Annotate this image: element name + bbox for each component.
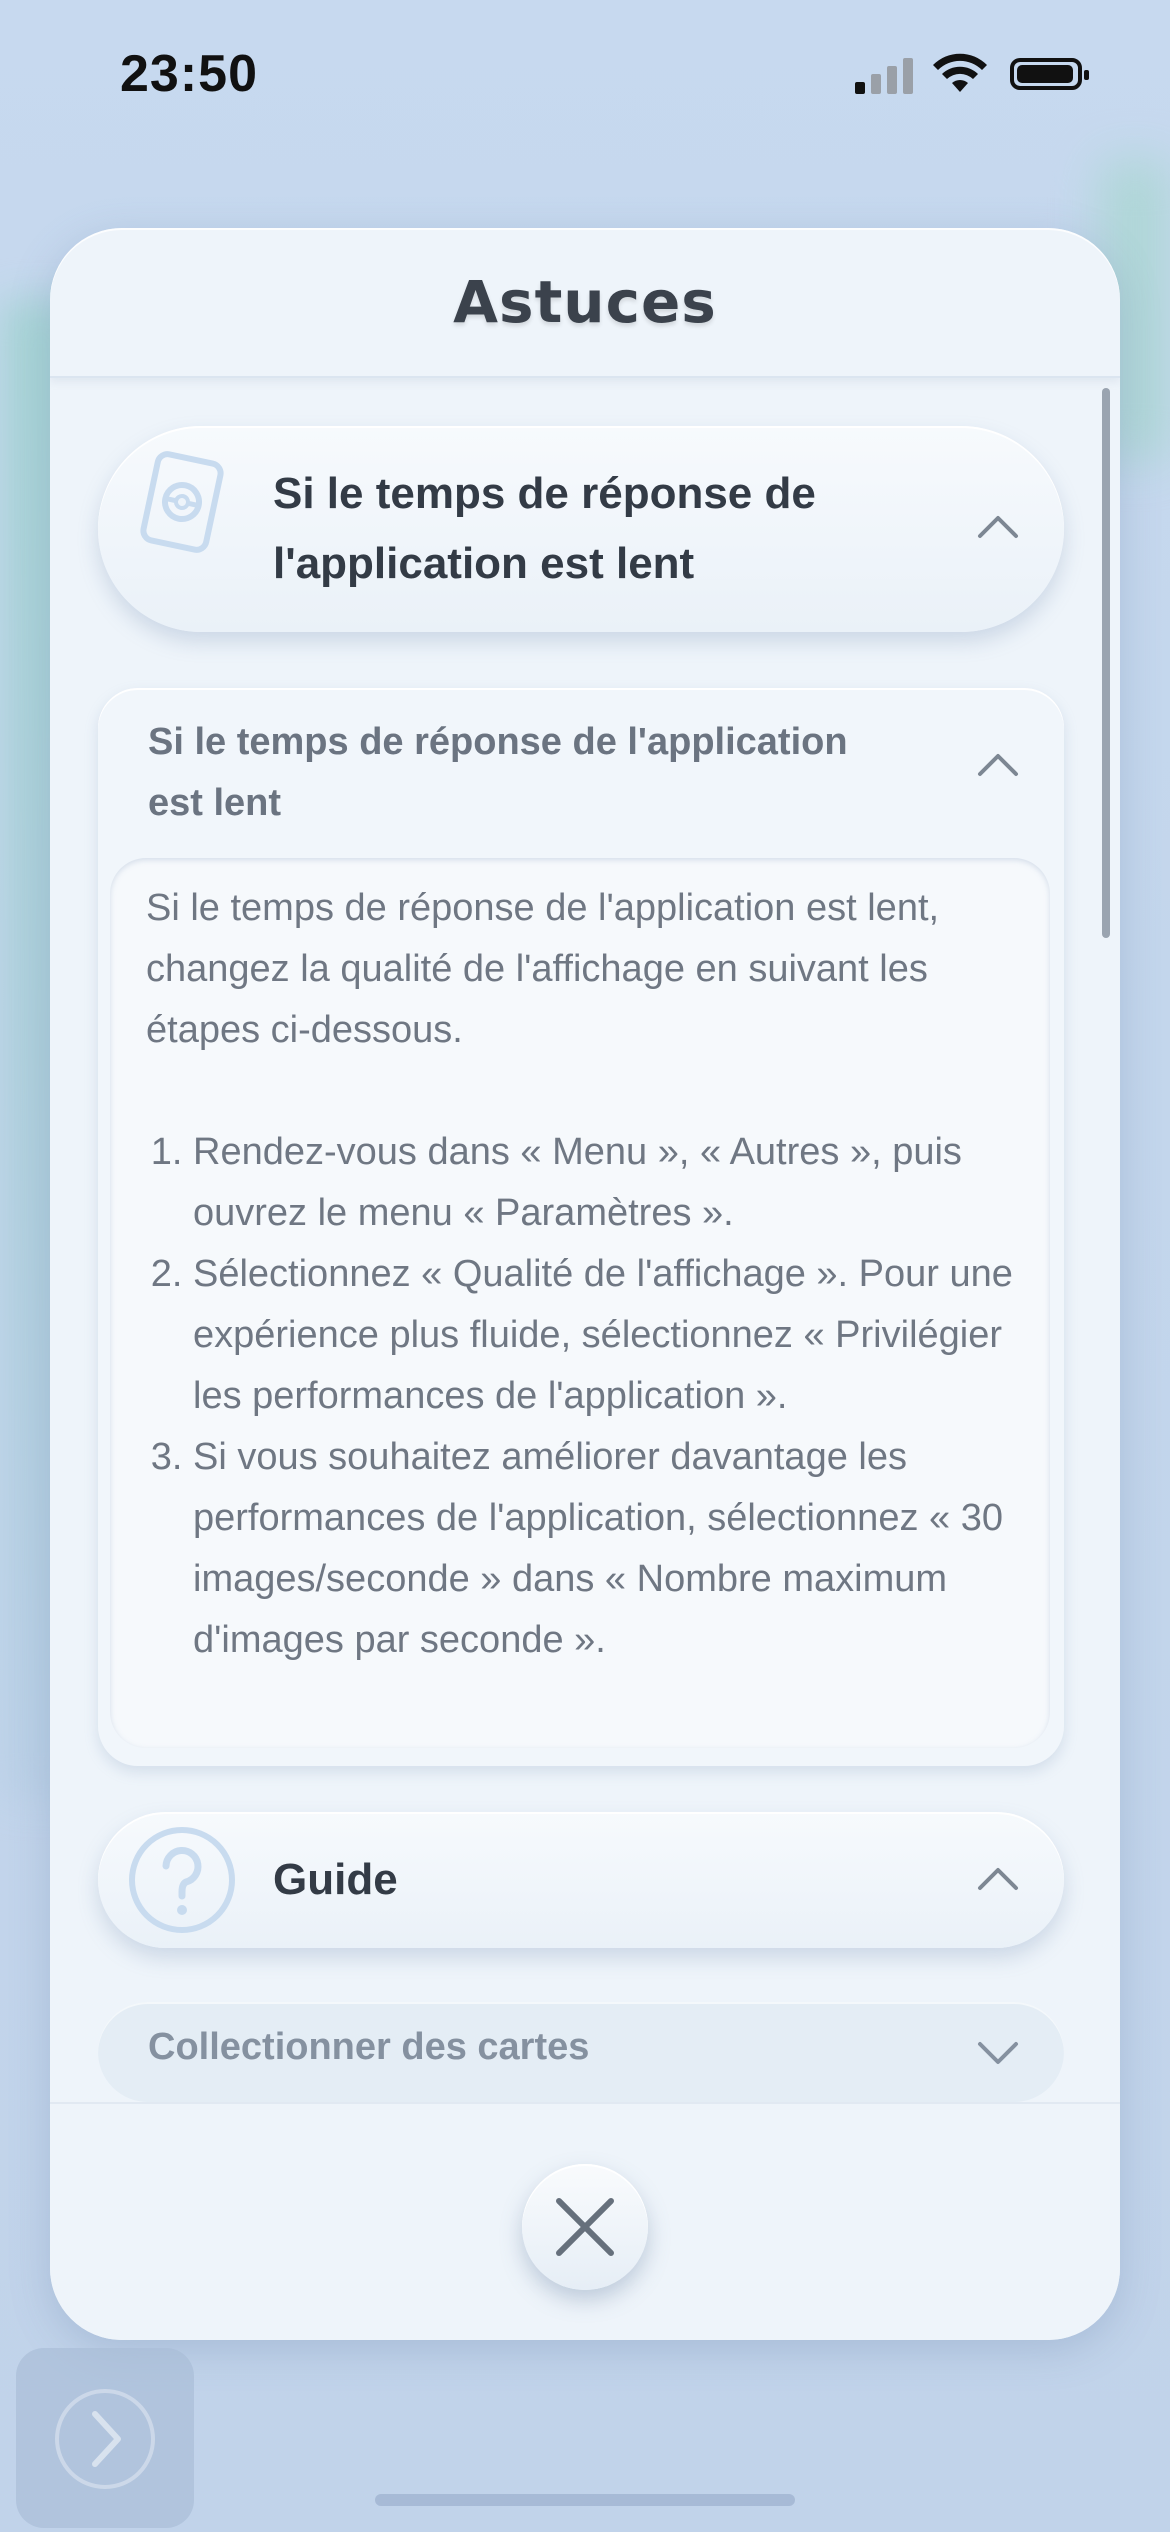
modal-header: Astuces (50, 228, 1120, 378)
faq-question[interactable]: Si le temps de réponse de l'application … (148, 712, 908, 834)
faq-answer: Si le temps de réponse de l'application … (110, 858, 1050, 1748)
status-bar: 23:50 (0, 0, 1170, 150)
home-indicator[interactable] (375, 2494, 795, 2506)
question-icon (129, 1827, 235, 1933)
modal-title: Astuces (453, 268, 717, 336)
step-item: Si vous souhaitez améliorer davantage le… (193, 1427, 1026, 1671)
signal-icon (855, 58, 913, 94)
step-item: Rendez-vous dans « Menu », « Autres », p… (193, 1122, 1026, 1244)
close-icon (556, 2198, 614, 2256)
section-header-guide[interactable]: Guide (98, 1812, 1064, 1948)
section-label: Guide (273, 1855, 398, 1904)
battery-icon (1010, 58, 1089, 90)
wifi-icon (933, 53, 987, 92)
scrollbar[interactable] (1102, 388, 1110, 938)
guide-item[interactable]: Collectionner des cartes (98, 2002, 1064, 2102)
steps-list: Rendez-vous dans « Menu », « Autres », p… (146, 1122, 1026, 1671)
chevron-right-icon (55, 2389, 155, 2489)
modal-content[interactable]: Si le temps de réponse de l'application … (50, 378, 1120, 2102)
side-button[interactable] (16, 2348, 194, 2528)
tips-modal: Astuces Si le temps de réponse de l'appl… (50, 228, 1120, 2340)
answer-text: Si le temps de réponse de l'application … (146, 878, 1026, 1671)
close-button[interactable] (522, 2164, 648, 2290)
chevron-up-icon[interactable] (976, 1858, 1020, 1902)
modal-footer (50, 2102, 1120, 2340)
card-icon (140, 451, 224, 553)
faq-item: Si le temps de réponse de l'application … (98, 688, 1064, 1766)
answer-intro: Si le temps de réponse de l'application … (146, 887, 940, 1051)
status-time: 23:50 (120, 45, 258, 103)
guide-item-label: Collectionner des cartes (148, 2026, 590, 2068)
section-label: Si le temps de réponse de l'application … (273, 469, 816, 588)
step-item: Sélectionnez « Qualité de l'affichage ».… (193, 1244, 1026, 1427)
chevron-up-icon[interactable] (976, 744, 1020, 788)
chevron-up-icon[interactable] (976, 506, 1020, 550)
section-header-slow-app[interactable]: Si le temps de réponse de l'application … (98, 426, 1064, 632)
chevron-down-icon[interactable] (976, 2030, 1020, 2074)
